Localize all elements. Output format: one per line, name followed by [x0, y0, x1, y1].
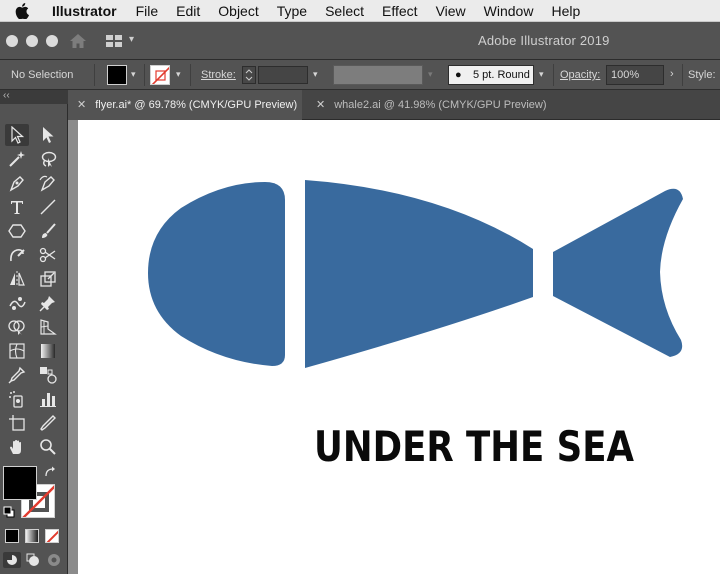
artwork-layer: UNDER THE SEA	[148, 180, 683, 471]
fish-tail-shape[interactable]	[553, 188, 683, 357]
fish-body-shape[interactable]	[305, 180, 533, 368]
fish-head-shape[interactable]	[148, 182, 285, 366]
headline-text[interactable]: UNDER THE SEA	[314, 422, 634, 471]
